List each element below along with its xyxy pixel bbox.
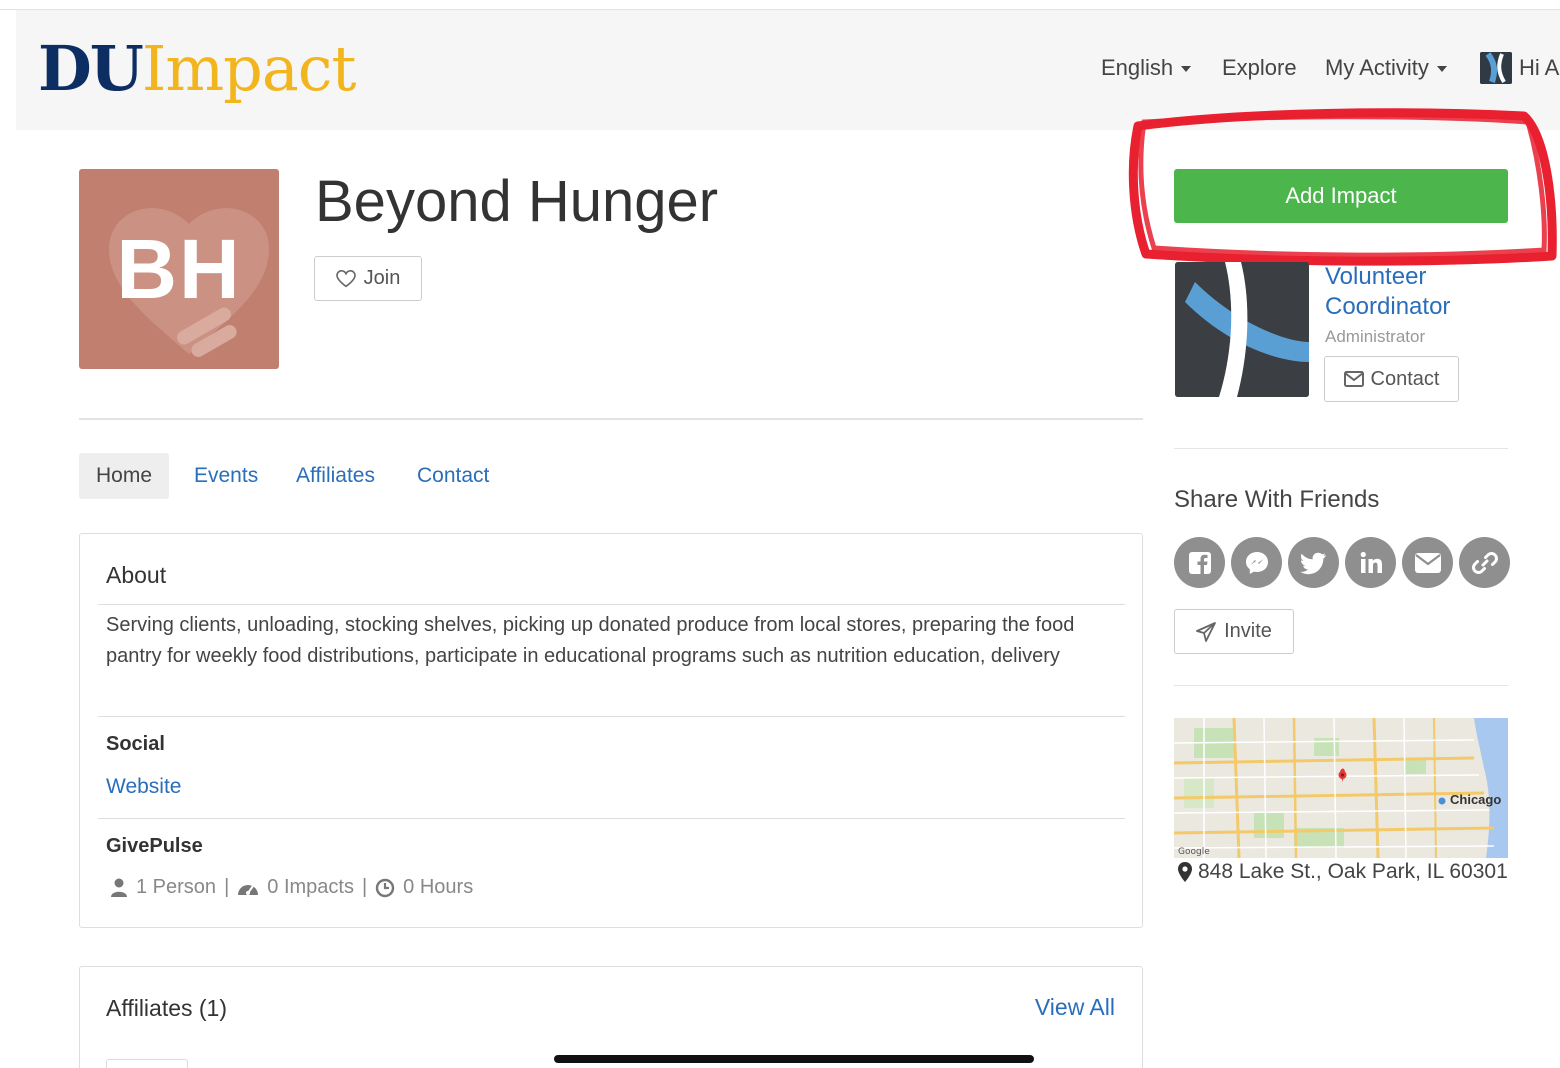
tab-contact[interactable]: Contact <box>400 453 506 499</box>
home-indicator[interactable] <box>554 1055 1034 1063</box>
coordinator-role: Administrator <box>1325 327 1426 346</box>
join-label: Join <box>363 267 401 289</box>
website-link[interactable]: Website <box>106 775 181 799</box>
view-all-link[interactable]: View All <box>1035 994 1115 1021</box>
map-city-label: Chicago <box>1450 792 1502 807</box>
address: 848 Lake St., Oak Park, IL 60301 <box>1178 860 1508 884</box>
tab-affiliates[interactable]: Affiliates <box>279 453 392 499</box>
about-description: Serving clients, unloading, stocking she… <box>106 614 1075 667</box>
my-activity-label: My Activity <box>1325 55 1429 80</box>
twitter-icon[interactable] <box>1288 537 1339 588</box>
language-label: English <box>1101 55 1174 80</box>
affiliates-panel: Affiliates (1) View All <box>79 966 1143 1068</box>
org-initials: BH <box>116 222 242 316</box>
send-icon <box>1196 621 1216 642</box>
share-buttons <box>1174 537 1510 588</box>
nav-explore[interactable]: Explore <box>1222 55 1297 81</box>
location-map[interactable]: Google Chicago <box>1174 718 1508 858</box>
divider <box>98 604 1125 605</box>
invite-label: Invite <box>1224 620 1272 642</box>
link-icon[interactable] <box>1459 537 1510 588</box>
impact-stats: 1 Person | 0 Impacts | 0 Hours <box>110 876 473 899</box>
tab-home[interactable]: Home <box>79 453 170 499</box>
divider <box>98 716 1125 717</box>
email-icon[interactable] <box>1402 537 1453 588</box>
clock-icon <box>375 878 395 897</box>
share-title: Share With Friends <box>1174 486 1380 513</box>
divider <box>1174 685 1508 686</box>
address-text: 848 Lake St., Oak Park, IL 60301 <box>1198 860 1508 883</box>
logo-du: DU <box>38 32 144 105</box>
map-marker-icon <box>1178 862 1192 882</box>
divider <box>79 418 1143 420</box>
chevron-down-icon <box>1181 66 1192 73</box>
invite-button[interactable]: Invite <box>1174 609 1294 654</box>
impacts-count: 0 Impacts <box>267 876 354 898</box>
du-impact-logo[interactable]: DUImpact <box>38 32 357 112</box>
social-label: Social <box>106 733 165 755</box>
dashboard-icon <box>238 884 259 895</box>
persons-count: 1 Person <box>136 876 217 898</box>
divider <box>98 818 1125 819</box>
about-title: About <box>106 562 167 588</box>
envelope-icon <box>1343 371 1364 387</box>
contact-label: Contact <box>1370 367 1440 390</box>
user-greeting[interactable]: Hi A <box>1519 55 1559 81</box>
affiliate-card[interactable] <box>106 1059 188 1068</box>
my-activity-dropdown[interactable]: My Activity <box>1325 55 1447 81</box>
divider <box>1174 448 1508 449</box>
coordinator-name[interactable]: Volunteer Coordinator <box>1325 262 1525 322</box>
user-avatar[interactable] <box>1480 52 1512 84</box>
hours-count: 0 Hours <box>403 876 474 898</box>
linkedin-icon[interactable] <box>1345 537 1396 588</box>
facebook-icon[interactable] <box>1174 537 1225 588</box>
page-title: Beyond Hunger <box>315 169 719 234</box>
messenger-icon[interactable] <box>1231 537 1282 588</box>
person-icon <box>111 878 127 897</box>
join-button[interactable]: Join <box>314 256 422 301</box>
add-impact-button[interactable]: Add Impact <box>1174 169 1508 223</box>
tab-events[interactable]: Events <box>177 453 275 499</box>
separator: | <box>224 876 230 898</box>
givepulse-label: GivePulse <box>106 835 203 857</box>
svg-text:Google: Google <box>1178 847 1210 857</box>
separator: | <box>361 876 368 898</box>
contact-button[interactable]: Contact <box>1324 356 1459 402</box>
logo-impact: Impact <box>141 32 357 105</box>
chevron-down-icon <box>1436 66 1447 73</box>
coordinator-photo <box>1175 262 1309 397</box>
language-dropdown[interactable]: English <box>1101 55 1192 81</box>
org-logo: BH <box>79 169 279 369</box>
about-panel: About Serving clients, unloading, stocki… <box>79 533 1143 928</box>
heart-icon <box>335 269 356 287</box>
affiliates-title: Affiliates (1) <box>106 995 228 1021</box>
